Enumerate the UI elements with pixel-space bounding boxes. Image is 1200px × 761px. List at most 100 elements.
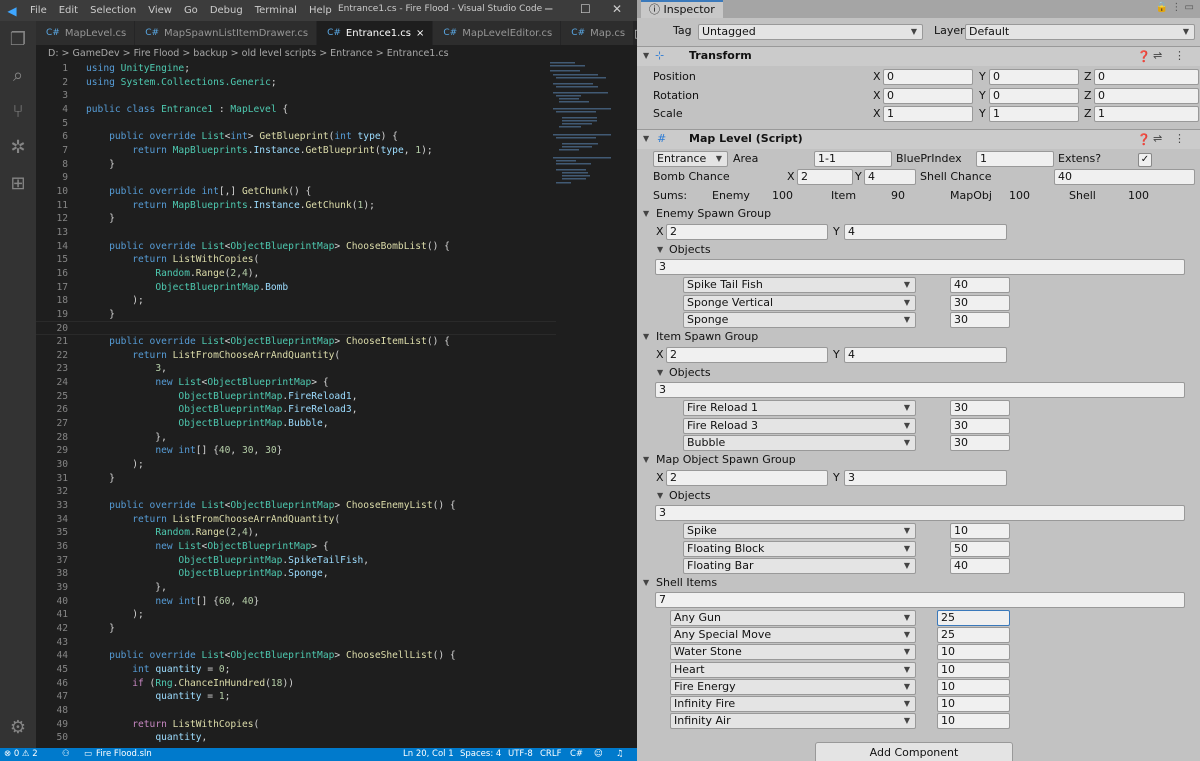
code-line[interactable]: 33 public override List<ObjectBlueprintM… [36, 499, 556, 513]
position-x-field[interactable]: 0 [883, 69, 973, 85]
map-object-spawn-group-item-dropdown[interactable]: Floating Bar ▼ [683, 558, 916, 574]
shell-item-weight-field[interactable]: 25 [937, 627, 1010, 644]
enemy-spawn-group-x-field[interactable]: 2 [666, 224, 828, 240]
layer-dropdown[interactable]: Default ▼ [965, 24, 1195, 40]
enemy-spawn-group-item-weight-field[interactable]: 30 [950, 294, 1010, 311]
scale-x-field[interactable]: 1 [883, 106, 973, 122]
cursor-position[interactable]: Ln 20, Col 1 [403, 748, 454, 761]
bomb-y-field[interactable]: 4 [864, 169, 916, 185]
language-mode[interactable]: C# [570, 748, 583, 761]
rotation-z-field[interactable]: 0 [1094, 88, 1199, 104]
code-line[interactable]: 25 ObjectBlueprintMap.FireReload1, [36, 390, 556, 404]
level-type-dropdown[interactable]: Entrance ▼ [653, 151, 728, 167]
map-object-spawn-group-count-field[interactable]: 3 [655, 505, 1185, 521]
code-line[interactable]: 38 ObjectBlueprintMap.Sponge, [36, 567, 556, 581]
code-line[interactable]: 45 int quantity = 0; [36, 663, 556, 677]
map-object-spawn-group-item-dropdown[interactable]: Spike ▼ [683, 523, 916, 539]
code-line[interactable]: 34 return ListFromChooseArrAndQuantity( [36, 513, 556, 527]
code-line[interactable]: 16 Random.Range(2,4), [36, 267, 556, 281]
scale-y-field[interactable]: 1 [989, 106, 1079, 122]
source-control-icon[interactable]: ⑂ [0, 101, 36, 122]
maximize-icon[interactable]: ☐ [580, 2, 591, 16]
scale-z-field[interactable]: 1 [1094, 106, 1199, 122]
shell-item-dropdown[interactable]: Heart ▼ [670, 661, 916, 678]
tab-maplevel-cs[interactable]: C# MapLevel.cs [36, 21, 136, 45]
code-line[interactable]: 2 using System.Collections.Generic; [36, 76, 556, 90]
map-object-spawn-group-item-weight-field[interactable]: 10 [950, 523, 1010, 539]
code-line[interactable]: 4 public class Entrance1 : MapLevel { [36, 103, 556, 117]
shell-item-weight-field[interactable]: 10 [937, 661, 1010, 678]
position-z-field[interactable]: 0 [1094, 69, 1199, 85]
enemy-spawn-group-item-weight-field[interactable]: 40 [950, 277, 1010, 293]
search-icon[interactable]: ⌕ [0, 65, 36, 86]
window-menu-icon[interactable]: 🔒 ⋮ ▭ [1156, 2, 1194, 13]
map-object-spawn-group-item-dropdown[interactable]: Floating Block ▼ [683, 540, 916, 557]
shell-item-weight-field[interactable]: 25 [937, 610, 1010, 626]
code-line[interactable]: 39 }, [36, 581, 556, 595]
code-line[interactable]: 27 ObjectBlueprintMap.Bubble, [36, 417, 556, 431]
map-object-spawn-group-y-field[interactable]: 3 [844, 470, 1007, 486]
encoding[interactable]: UTF-8 [508, 748, 533, 761]
menu-help[interactable]: Help [303, 5, 338, 16]
debug-icon[interactable]: ✲ [0, 137, 36, 158]
indentation[interactable]: Spaces: 4 [460, 748, 501, 761]
code-line[interactable]: 32 [36, 485, 556, 499]
code-line[interactable]: 36 new List<ObjectBlueprintMap> { [36, 540, 556, 554]
code-line[interactable]: 41 ); [36, 608, 556, 622]
code-line[interactable]: 28 }, [36, 431, 556, 445]
code-line[interactable]: 43 [36, 636, 556, 650]
tab-inspector[interactable]: ⓘ Inspector [641, 0, 723, 18]
code-line[interactable]: 7 return MapBlueprints.Instance.GetBluep… [36, 144, 556, 158]
code-line[interactable]: 10 public override int[,] GetChunk() { [36, 185, 556, 199]
item-spawn-group-fold-icon[interactable]: ▼ [643, 328, 649, 346]
code-line[interactable]: 12 } [36, 212, 556, 226]
item-spawn-group-item-dropdown[interactable]: Fire Reload 1 ▼ [683, 400, 916, 416]
menu-edit[interactable]: Edit [53, 5, 84, 16]
code-line[interactable]: 18 ); [36, 294, 556, 308]
code-line[interactable]: 37 ObjectBlueprintMap.SpikeTailFish, [36, 554, 556, 568]
minimize-icon[interactable]: ─ [545, 2, 552, 16]
enemy-spawn-group-objects-fold-icon[interactable]: ▼ [657, 241, 663, 259]
code-line[interactable]: 22 return ListFromChooseArrAndQuantity( [36, 349, 556, 363]
minimap[interactable] [550, 62, 630, 192]
tab-mapleveleditor-cs[interactable]: C# MapLevelEditor.cs [433, 21, 562, 45]
position-y-field[interactable]: 0 [989, 69, 1079, 85]
code-line[interactable]: 8 } [36, 158, 556, 172]
add-component-button[interactable]: Add Component [815, 742, 1013, 761]
map-object-spawn-group-item-weight-field[interactable]: 50 [950, 540, 1010, 557]
item-spawn-group-item-dropdown[interactable]: Bubble ▼ [683, 435, 916, 451]
bell-icon[interactable]: ♫ [616, 748, 624, 761]
tab-entrance1-cs[interactable]: C# Entrance1.cs × [317, 21, 434, 45]
shell-item-dropdown[interactable]: Any Special Move ▼ [670, 627, 916, 644]
map-object-spawn-group-objects-fold-icon[interactable]: ▼ [657, 487, 663, 505]
enemy-spawn-group-y-field[interactable]: 4 [844, 224, 1007, 240]
shell-item-weight-field[interactable]: 10 [937, 696, 1010, 712]
extensions-icon[interactable]: ⊞ [0, 173, 36, 194]
component-menu-icon[interactable]: ⋮ [1174, 49, 1185, 62]
enemy-spawn-group-fold-icon[interactable]: ▼ [643, 205, 649, 223]
menu-debug[interactable]: Debug [204, 5, 249, 16]
code-line[interactable]: 20 [36, 321, 556, 336]
shell-item-dropdown[interactable]: Infinity Air ▼ [670, 713, 916, 730]
item-spawn-group-item-weight-field[interactable]: 30 [950, 417, 1010, 434]
line-ending[interactable]: CRLF [540, 748, 561, 761]
shell-chance-field[interactable]: 40 [1054, 169, 1195, 185]
tag-dropdown[interactable]: Untagged ▼ [698, 24, 923, 40]
code-line[interactable]: 26 ObjectBlueprintMap.FireReload3, [36, 403, 556, 417]
item-spawn-group-y-field[interactable]: 4 [844, 347, 1007, 363]
item-spawn-group-x-field[interactable]: 2 [666, 347, 828, 363]
code-line[interactable]: 29 new int[] {40, 30, 30} [36, 444, 556, 458]
code-editor[interactable]: 1 using UnityEngine; 2 using System.Collect… [36, 62, 556, 748]
shell-item-weight-field[interactable]: 10 [937, 678, 1010, 695]
problems-status[interactable]: ⊗ 0 ⚠ 2 [4, 748, 38, 761]
menu-file[interactable]: File [24, 5, 53, 16]
blueprint-index-field[interactable]: 1 [976, 151, 1054, 167]
rotation-x-field[interactable]: 0 [883, 88, 973, 104]
code-line[interactable]: 49 return ListWithCopies( [36, 718, 556, 732]
code-line[interactable]: 14 public override List<ObjectBlueprintM… [36, 240, 556, 254]
code-line[interactable]: 35 Random.Range(2,4), [36, 526, 556, 540]
shell-item-dropdown[interactable]: Any Gun ▼ [670, 610, 916, 626]
bomb-x-field[interactable]: 2 [797, 169, 853, 185]
enemy-spawn-group-item-dropdown[interactable]: Spike Tail Fish ▼ [683, 277, 916, 293]
code-line[interactable]: 17 ObjectBlueprintMap.Bomb [36, 281, 556, 295]
